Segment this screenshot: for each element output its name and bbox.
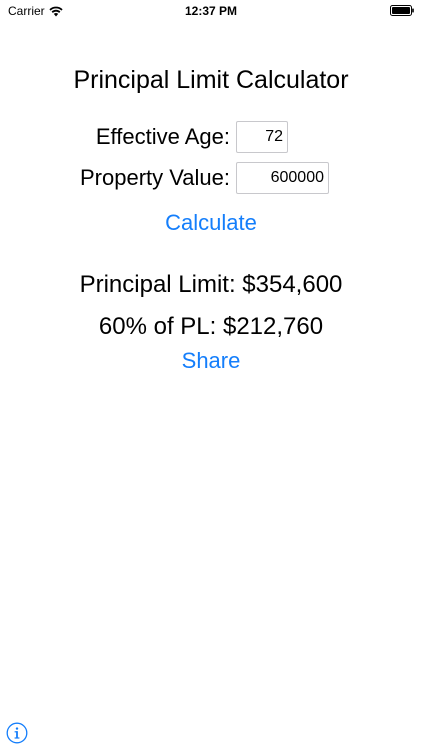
status-bar: Carrier 12:37 PM (0, 0, 422, 22)
property-value-row: Property Value: (0, 162, 422, 194)
sixty-percent-result: 60% of PL: $212,760 (98, 313, 324, 340)
effective-age-row: Effective Age: (0, 121, 422, 153)
info-icon[interactable] (6, 722, 28, 744)
property-value-label: Property Value: (79, 165, 230, 190)
property-value-input[interactable] (236, 162, 329, 194)
effective-age-input[interactable] (236, 121, 288, 153)
principal-limit-result: Principal Limit: $354,600 (79, 271, 343, 298)
share-button[interactable]: Share (0, 348, 422, 374)
status-time: 12:37 PM (184, 4, 238, 18)
battery-icon (390, 5, 414, 16)
effective-age-label: Effective Age: (95, 124, 230, 149)
page-title: Principal Limit Calculator (73, 66, 349, 94)
calculate-button[interactable]: Calculate (0, 210, 422, 236)
